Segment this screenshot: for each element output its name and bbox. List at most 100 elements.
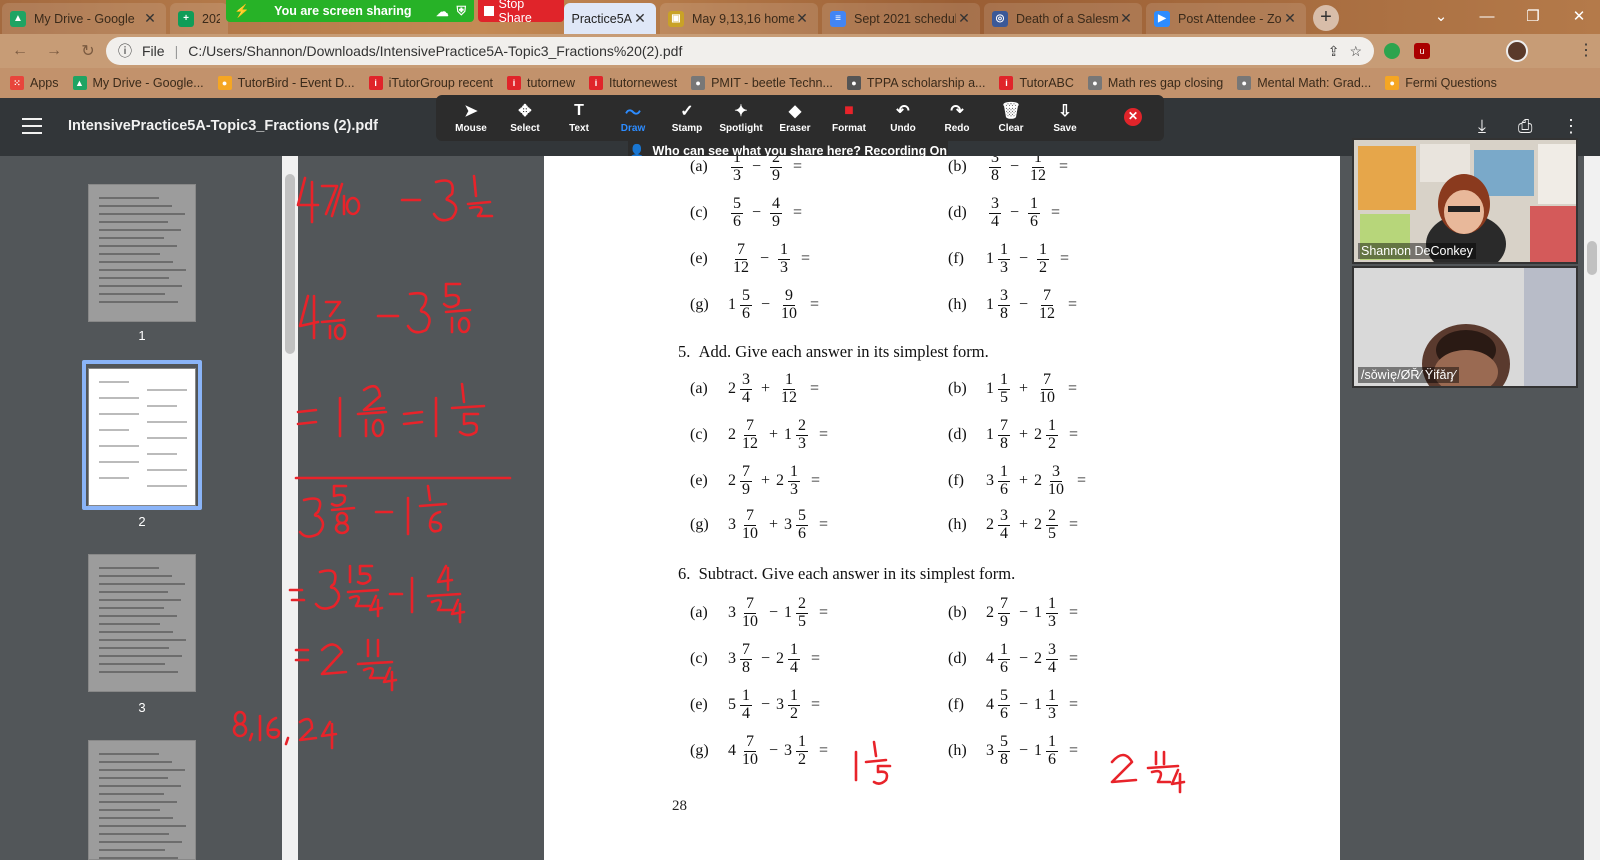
tool-redo[interactable]: ↷ Redo bbox=[930, 95, 984, 141]
more-menu-icon[interactable]: ⋮ bbox=[1578, 40, 1594, 60]
tab-search-icon[interactable]: ⌄ bbox=[1418, 4, 1464, 30]
close-toolbar-icon[interactable]: ✕ bbox=[1124, 108, 1142, 126]
bookmark-item[interactable]: i iTutorGroup recent bbox=[368, 76, 493, 90]
equals-sign: = bbox=[810, 296, 820, 314]
extension-icon[interactable] bbox=[1384, 43, 1400, 59]
tool-format[interactable]: ■ Format bbox=[822, 95, 876, 141]
close-icon[interactable]: ✕ bbox=[632, 10, 648, 27]
tab-salesman[interactable]: ◎ Death of a Salesman ✕ bbox=[984, 3, 1142, 34]
bookmark-item[interactable]: ▲ My Drive - Google... bbox=[72, 76, 204, 90]
scrollbar-thumb[interactable] bbox=[1587, 241, 1597, 275]
tool-text[interactable]: T Text bbox=[552, 95, 606, 141]
restore-button[interactable]: ❐ bbox=[1510, 4, 1556, 30]
tab-homework[interactable]: ▣ May 9,13,16 homew ✕ bbox=[660, 3, 818, 34]
tab-label: Death of a Salesman bbox=[1016, 11, 1118, 26]
addition-item: (f) 3 1 6 +2 3 10 = bbox=[948, 463, 1086, 499]
star-icon[interactable]: ☆ bbox=[1349, 43, 1362, 60]
tab-label: Post Attendee - Zoom bbox=[1178, 11, 1282, 26]
operator: − bbox=[1019, 742, 1029, 760]
info-icon[interactable]: ⓘ bbox=[118, 41, 132, 61]
close-icon[interactable]: ✕ bbox=[794, 10, 810, 27]
bookmark-item[interactable]: ● TutorBird - Event D... bbox=[217, 76, 355, 90]
addition-item: (h) 2 3 4 +2 2 5 = bbox=[948, 507, 1078, 543]
bookmark-item[interactable]: i Itutornewest bbox=[588, 76, 677, 90]
video-tile-participant[interactable]: /sǒwìę/ØŘ⁄ Ÿifǎŋ⁄ bbox=[1352, 266, 1578, 388]
page-scrollbar[interactable] bbox=[1584, 156, 1600, 860]
page-thumbnail-2[interactable] bbox=[88, 368, 196, 506]
close-icon[interactable]: ✕ bbox=[142, 10, 158, 27]
stop-share-button[interactable]: Stop Share bbox=[478, 0, 564, 25]
menu-icon[interactable] bbox=[22, 118, 42, 136]
tool-stamp[interactable]: ✓ Stamp bbox=[660, 95, 714, 141]
close-icon[interactable]: ✕ bbox=[1282, 10, 1298, 27]
url-text[interactable]: C:/Users/Shannon/Downloads/IntensivePrac… bbox=[188, 43, 1318, 59]
close-icon[interactable]: ✕ bbox=[1118, 10, 1134, 27]
share-icon[interactable]: ⇪ bbox=[1328, 43, 1340, 60]
whole-number: 3 bbox=[784, 516, 793, 534]
thumbnail-text-line bbox=[99, 277, 169, 279]
tool-clear[interactable]: 🗑 Clear bbox=[984, 95, 1038, 141]
tool-label: Undo bbox=[890, 123, 916, 134]
bookmark-item[interactable]: ● Mental Math: Grad... bbox=[1237, 76, 1371, 90]
thumbnail-text-line bbox=[99, 631, 173, 633]
bookmark-item[interactable]: ● Fermi Questions bbox=[1385, 76, 1497, 90]
profile-avatar[interactable] bbox=[1506, 40, 1528, 62]
download-icon[interactable]: ⤓ bbox=[1478, 116, 1486, 137]
tool-draw[interactable]: 〜 Draw bbox=[606, 95, 660, 141]
bookmark-apps[interactable]: ⁙ Apps bbox=[10, 76, 59, 90]
thumbnail-text-line bbox=[99, 567, 159, 569]
fraction: 9 10 bbox=[781, 287, 798, 322]
tool-save[interactable]: ⇩ Save bbox=[1038, 95, 1092, 141]
forward-icon[interactable]: → bbox=[40, 42, 68, 60]
close-icon[interactable]: ✕ bbox=[956, 10, 972, 27]
operator: − bbox=[1019, 696, 1029, 714]
annotation-toolbar: ➤ Mouse ✥ Select T Text 〜 Draw ✓ Stamp ✦ Spotlight ◆… bbox=[436, 95, 1164, 141]
equals-sign: = bbox=[819, 742, 829, 760]
tool-label: Eraser bbox=[779, 123, 811, 134]
reload-icon[interactable]: ↻ bbox=[74, 41, 102, 61]
bookmark-item[interactable]: ● Math res gap closing bbox=[1087, 76, 1223, 90]
back-icon[interactable]: ← bbox=[6, 42, 34, 60]
question-6-heading: 6. Subtract. Give each answer in its sim… bbox=[678, 564, 1016, 583]
close-window-button[interactable]: ✕ bbox=[1556, 4, 1600, 30]
bookmark-item[interactable]: i tutornew bbox=[507, 76, 575, 90]
page-thumbnail-1[interactable] bbox=[88, 184, 196, 322]
tab-schedule[interactable]: ≡ Sept 2021 schedule ✕ bbox=[822, 3, 980, 34]
ublock-icon[interactable]: u bbox=[1414, 43, 1430, 59]
bookmark-item[interactable]: i TutorABC bbox=[999, 76, 1074, 90]
bookmark-item[interactable]: ● TPPA scholarship a... bbox=[846, 76, 985, 90]
site-icon: ● bbox=[846, 76, 861, 90]
minimize-button[interactable]: — bbox=[1464, 4, 1510, 30]
item-label: (b) bbox=[948, 158, 967, 176]
print-icon[interactable]: ⎙ bbox=[1518, 116, 1532, 137]
tool-eraser[interactable]: ◆ Eraser bbox=[768, 95, 822, 141]
equals-sign: = bbox=[1068, 296, 1078, 314]
tool-spotlight[interactable]: ✦ Spotlight bbox=[714, 95, 768, 141]
tab-pdf[interactable]: IntensivePractice5A ✕ bbox=[564, 3, 656, 34]
page-thumbnail-4[interactable] bbox=[88, 740, 196, 860]
thumbnail-text-line bbox=[99, 777, 168, 779]
operator: − bbox=[1019, 296, 1029, 314]
fraction: 13 bbox=[998, 241, 1010, 276]
video-tile-host[interactable]: Shannon DeConkey bbox=[1352, 138, 1578, 264]
thumbnail-sidebar: 1 2 3 bbox=[0, 156, 282, 860]
new-tab-button[interactable]: + bbox=[1313, 5, 1339, 31]
tool-undo[interactable]: ↶ Undo bbox=[876, 95, 930, 141]
tool-mouse[interactable]: ➤ Mouse bbox=[444, 95, 498, 141]
globe-icon: ● bbox=[691, 76, 706, 90]
fraction: 7 12 bbox=[1039, 287, 1056, 322]
tab-zoom[interactable]: ▶ Post Attendee - Zoom ✕ bbox=[1146, 3, 1306, 34]
tab-sheets[interactable]: + 202 bbox=[170, 3, 228, 34]
thumbnail-text-line bbox=[99, 285, 182, 287]
thumbnail-text-line bbox=[99, 615, 177, 617]
scrollbar-thumb[interactable] bbox=[285, 174, 295, 354]
more-options-icon[interactable]: ⋮ bbox=[1562, 116, 1580, 137]
tool-select[interactable]: ✥ Select bbox=[498, 95, 552, 141]
drive-icon: ▲ bbox=[10, 10, 26, 27]
spotlight-icon: ✦ bbox=[734, 103, 748, 120]
bookmark-item[interactable]: ● PMIT - beetle Techn... bbox=[691, 76, 833, 90]
tab-my-drive[interactable]: ▲ My Drive - Google ✕ bbox=[2, 3, 166, 34]
address-bar[interactable]: ⓘ File | C:/Users/Shannon/Downloads/Inte… bbox=[106, 37, 1374, 65]
sidebar-scrollbar[interactable] bbox=[282, 156, 298, 860]
page-thumbnail-3[interactable] bbox=[88, 554, 196, 692]
